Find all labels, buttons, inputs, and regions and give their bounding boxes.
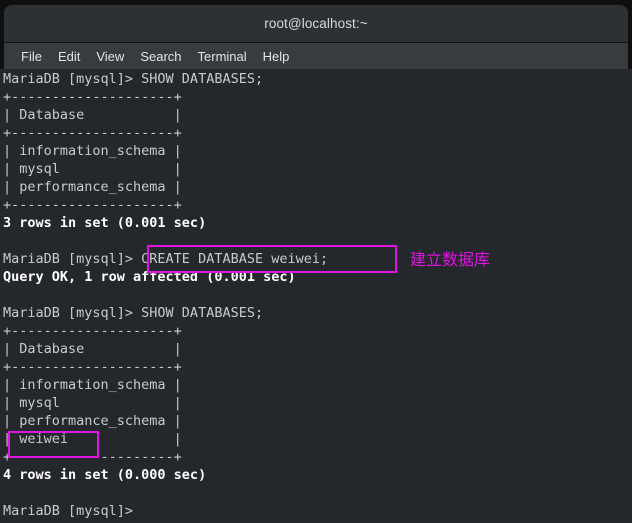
annotation-label-create-database: 建立数据库 [410,250,491,269]
menu-bar: File Edit View Search Terminal Help [4,43,628,69]
terminal-screen[interactable]: MariaDB [mysql]> SHOW DATABASES; +------… [0,69,632,523]
window-titlebar[interactable]: root@localhost:~ [4,5,628,42]
menu-help[interactable]: Help [255,47,298,66]
menu-search[interactable]: Search [132,47,189,66]
terminal-window: root@localhost:~ File Edit View Search T… [0,0,632,523]
terminal-output: MariaDB [mysql]> SHOW DATABASES; +------… [3,71,329,519]
menu-terminal[interactable]: Terminal [190,47,255,66]
menu-file[interactable]: File [13,47,50,66]
window-title: root@localhost:~ [264,16,368,31]
menu-view[interactable]: View [88,47,132,66]
menu-edit[interactable]: Edit [50,47,88,66]
